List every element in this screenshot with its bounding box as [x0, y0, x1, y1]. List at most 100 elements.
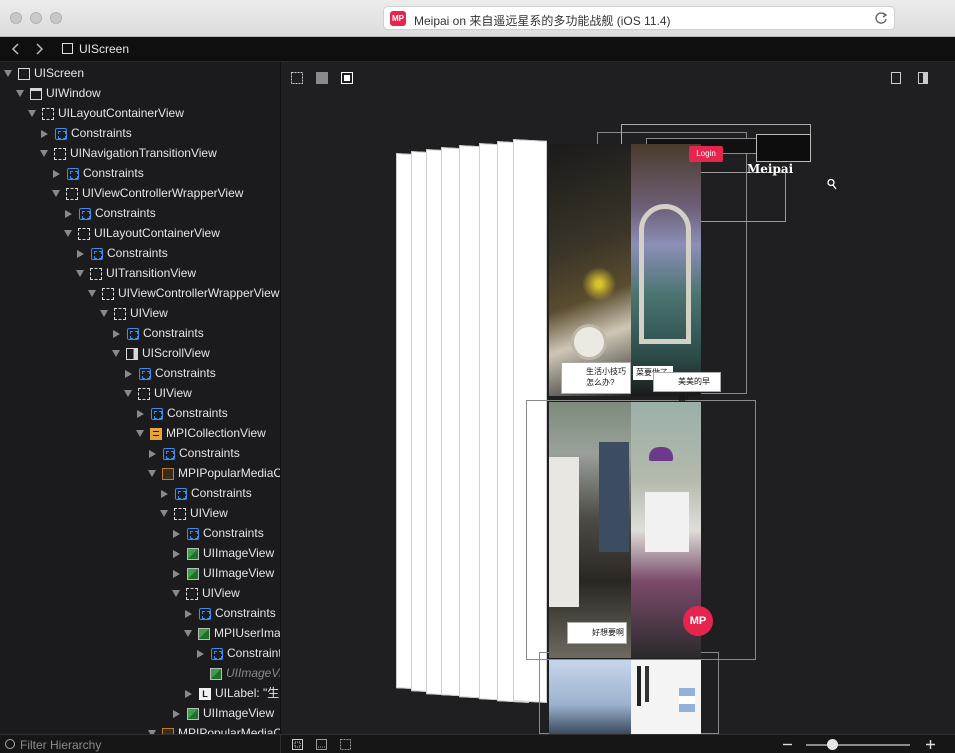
hierarchy-row[interactable]: Constraints [148, 443, 240, 463]
hierarchy-row[interactable]: UIImageView [172, 703, 274, 723]
hierarchy-row[interactable]: Constraints [64, 203, 156, 223]
forward-arrow-icon[interactable] [32, 42, 46, 56]
constraints-icon [211, 647, 223, 660]
disclosure-collapsed-icon[interactable] [41, 129, 48, 138]
hierarchy-row-label: Constraints [215, 606, 276, 620]
disclosure-expanded-icon[interactable] [124, 390, 132, 398]
disclosure-expanded-icon[interactable] [52, 190, 60, 198]
disclosure-collapsed-icon[interactable] [161, 489, 168, 498]
constraints-icon [187, 527, 199, 540]
hierarchy-row[interactable]: UIView [160, 503, 228, 523]
filter-hierarchy-input[interactable] [20, 736, 275, 753]
hierarchy-row[interactable]: MPIPopularMediaCe [148, 463, 280, 483]
hierarchy-row[interactable]: UILayoutContainerView [64, 223, 220, 243]
caption-text: 生活小技巧怎么办? [586, 367, 626, 387]
zoom-slider[interactable] [806, 744, 910, 746]
view-icon [54, 147, 66, 160]
disclosure-expanded-icon[interactable] [160, 510, 168, 518]
disclosure-expanded-icon[interactable] [100, 310, 108, 318]
contents-mode-icon[interactable] [316, 72, 328, 84]
hierarchy-row[interactable]: UIWindow [16, 83, 101, 103]
show-clipped-icon[interactable] [316, 739, 327, 750]
disclosure-collapsed-icon[interactable] [137, 409, 144, 418]
disclosure-collapsed-icon[interactable] [125, 369, 132, 378]
reload-icon[interactable] [874, 11, 888, 25]
hierarchy-row[interactable]: UIImageView [172, 543, 274, 563]
single-device-icon[interactable] [890, 72, 902, 84]
rotate-device-icon[interactable] [917, 72, 929, 84]
disclosure-collapsed-icon[interactable] [173, 569, 180, 578]
hierarchy-row[interactable]: Constraints [52, 163, 144, 183]
hierarchy-row[interactable]: UIView [124, 383, 192, 403]
hierarchy-row[interactable]: Constraints [184, 603, 276, 623]
disclosure-expanded-icon[interactable] [16, 90, 24, 98]
scroll-icon [126, 347, 138, 360]
hierarchy-row[interactable]: Constraints [112, 323, 204, 343]
hierarchy-row[interactable]: Constraints [76, 243, 168, 263]
hierarchy-row[interactable]: Constraints [40, 123, 132, 143]
hierarchy-row[interactable]: MPICollectionView [136, 423, 266, 443]
disclosure-collapsed-icon[interactable] [185, 689, 192, 698]
disclosure-collapsed-icon[interactable] [185, 609, 192, 618]
hierarchy-row[interactable]: UIView [172, 583, 240, 603]
close-window-button[interactable] [10, 12, 22, 24]
hierarchy-row[interactable]: Constraints [160, 483, 252, 503]
image-icon [210, 667, 222, 680]
hierarchy-row[interactable]: UIImageVi [196, 663, 281, 683]
zoom-in-icon[interactable] [925, 739, 936, 750]
disclosure-collapsed-icon[interactable] [173, 709, 180, 718]
disclosure-expanded-icon[interactable] [4, 70, 12, 78]
disclosure-expanded-icon[interactable] [184, 630, 192, 638]
view-canvas[interactable]: Login Meipai 生活小技巧怎么办? 菜要做了 美美的早晨! 好想要啊 … [281, 62, 955, 734]
hierarchy-row[interactable]: Constraints [172, 523, 264, 543]
hierarchy-row[interactable]: UIScrollView [112, 343, 210, 363]
adjust-spacing-icon[interactable] [340, 739, 351, 750]
hierarchy-row[interactable]: UINavigationTransitionView [40, 143, 217, 163]
hierarchy-row[interactable]: UILayoutContainerView [28, 103, 184, 123]
constraints-icon [127, 327, 139, 340]
show-constraints-icon[interactable] [292, 739, 303, 750]
hierarchy-row[interactable]: UIView [100, 303, 168, 323]
back-arrow-icon[interactable] [9, 42, 23, 56]
hierarchy-row-label: UILabel: "生 [215, 686, 280, 700]
disclosure-expanded-icon[interactable] [40, 150, 48, 158]
disclosure-collapsed-icon[interactable] [113, 329, 120, 338]
disclosure-expanded-icon[interactable] [76, 270, 84, 278]
hierarchy-row[interactable]: UITransitionView [76, 263, 196, 283]
disclosure-collapsed-icon[interactable] [197, 649, 204, 658]
disclosure-expanded-icon[interactable] [28, 110, 36, 118]
address-bar[interactable]: MP Meipai on 来自遥远星系的多功能战舰 (iOS 11.4) [383, 6, 895, 30]
disclosure-collapsed-icon[interactable] [53, 169, 60, 178]
hierarchy-row[interactable]: MPIPopularMediaCe [148, 723, 280, 734]
filter-bar [0, 735, 281, 753]
disclosure-expanded-icon[interactable] [64, 230, 72, 238]
hierarchy-row[interactable]: UIViewControllerWrapperView [88, 283, 279, 303]
breadcrumb[interactable]: UIScreen [79, 42, 129, 56]
hierarchy-row[interactable]: UIImageView [172, 563, 274, 583]
disclosure-expanded-icon[interactable] [88, 290, 96, 298]
hierarchy-row-label: UIImageView [203, 566, 275, 580]
disclosure-expanded-icon[interactable] [172, 590, 180, 598]
disclosure-expanded-icon[interactable] [112, 350, 120, 358]
hierarchy-row-label: UIImageVi [226, 666, 281, 680]
hierarchy-row[interactable]: Constraints [136, 403, 228, 423]
hierarchy-row[interactable]: Constraint [196, 643, 280, 663]
hierarchy-row[interactable]: MPIUserImag [184, 623, 280, 643]
zoom-slider-thumb[interactable] [827, 739, 838, 750]
hierarchy-row[interactable]: UIScreen [4, 63, 84, 83]
disclosure-collapsed-icon[interactable] [149, 449, 156, 458]
zoom-window-button[interactable] [50, 12, 62, 24]
hierarchy-row[interactable]: UIViewControllerWrapperView [52, 183, 243, 203]
hierarchy-row[interactable]: L UILabel: "生 [184, 683, 279, 703]
hierarchy-row[interactable]: Constraints [124, 363, 216, 383]
disclosure-collapsed-icon[interactable] [173, 549, 180, 558]
disclosure-expanded-icon[interactable] [136, 430, 144, 438]
disclosure-collapsed-icon[interactable] [173, 529, 180, 538]
wireframe-contents-mode-icon[interactable] [341, 72, 353, 84]
disclosure-collapsed-icon[interactable] [77, 249, 84, 258]
disclosure-expanded-icon[interactable] [148, 470, 156, 478]
zoom-out-icon[interactable] [782, 739, 793, 750]
wireframe-mode-icon[interactable] [291, 72, 303, 84]
minimize-window-button[interactable] [30, 12, 42, 24]
disclosure-collapsed-icon[interactable] [65, 209, 72, 218]
